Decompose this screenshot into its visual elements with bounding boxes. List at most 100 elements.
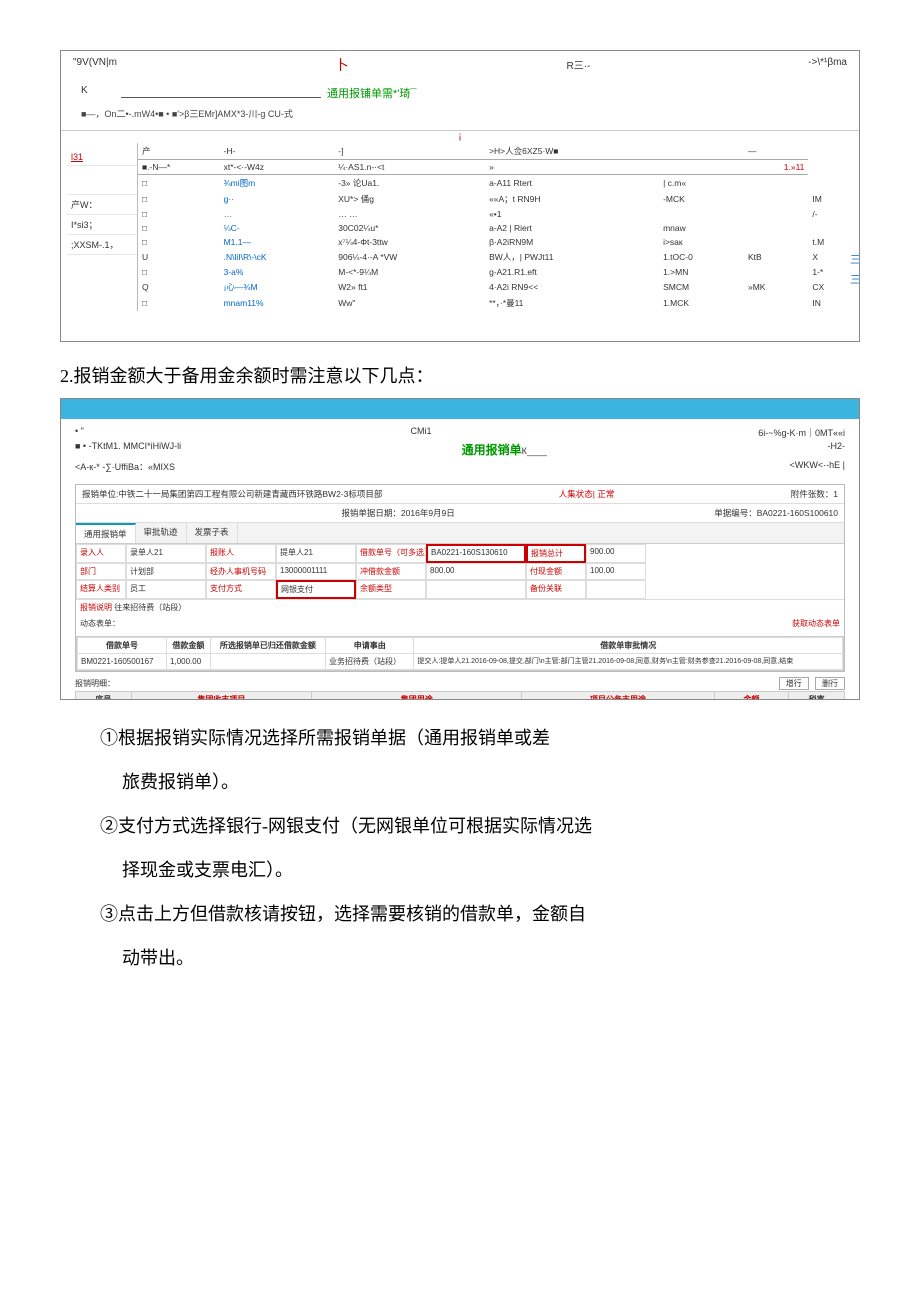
desc-val: 往来招待费（站段） [114,603,186,612]
cell-6-4: 1.>MN [659,265,744,279]
cell-8-6: IN [808,295,853,311]
jk-r2 [210,654,325,670]
cell-8-5 [744,295,808,311]
field-r2-7[interactable]: 100.00 [586,563,646,580]
jk-c1: 借款金额 [167,638,211,654]
cell-7-1: ¡心—¾M [220,279,335,295]
th-0: 产 [138,143,220,160]
cell-1-2: XU*> 俑g [334,191,485,207]
desc-label: 报销说明 [80,603,112,612]
cell-1-1: g·· [220,191,335,207]
cell-4-3: β·A2iRN9M [485,235,659,249]
cell-5-0: U [138,249,220,265]
cell-4-4: i>saк [659,235,744,249]
field-r3-3[interactable]: 网银支付 [276,580,356,599]
field-r1-0: 录入人 [76,544,126,563]
attach-count: 附件张数：1 [791,488,838,500]
lp-w: 产W： [67,195,137,215]
h-l1r: 6i-~%g-K·m｜0MT««i [758,426,845,439]
field-r2-5[interactable]: 800.00 [426,563,526,580]
lp-l31[interactable]: l31 [71,152,83,162]
side-marks: 三 三 [850,251,860,287]
cell-3-0: □ [138,221,220,235]
tab-general[interactable]: 通用报销单 [76,523,136,543]
dc1: 集团收支项目 [131,692,311,701]
sh-5: 1.»11 [744,160,808,175]
cell-1-3: ««A；t RN9H [485,191,659,207]
field-r1-3[interactable]: 提单人21 [276,544,356,563]
field-r2-1[interactable]: 计划部 [126,563,206,580]
field-r3-2: 支付方式 [206,580,276,599]
cell-5-3: BW人，| PWJt11 [485,249,659,265]
point-1-cont: 旅费报销单）。 [122,764,860,800]
cell-4-5 [744,235,808,249]
field-r2-2: 经办人事机号码 [206,563,276,580]
point-3-cont: 动带出。 [122,940,860,976]
field-r1-1[interactable]: 录单人21 [126,544,206,563]
h-h2: -H2- [827,441,845,458]
dc3: 项目公务支用途 [522,692,714,701]
h-l3: <A-к-* -∑·UffiBa：«MIXS [75,460,175,473]
doc-date: 报销单据日期：2016年9月9日 [341,507,454,519]
field-r1-4: 借款单号（可多选） [356,544,426,563]
field-r2-3[interactable]: 13000001111 [276,563,356,580]
cell-3-1: ¼C- [220,221,335,235]
screenshot-reimbursement-form: • " CMi1 6i-~%g-K·m｜0MT««i ■ • -TKtM1. M… [60,398,860,700]
cell-5-5: KtB [744,249,808,265]
hdr-r2: ->\*¹βma [808,57,847,77]
point-2-cont: 择现金或支票电汇）。 [122,852,860,888]
h-l1m: CMi1 [411,426,432,439]
field-r3-0: 结算人类别 [76,580,126,599]
hdr-r1: R三·- [567,57,591,77]
field-r1-7[interactable]: 900.00 [586,544,646,563]
screenshot-form-list: "9V(VN|m 卜 R三·- ->\*¹βma K 通用报铺单需*'琦¯ ■—… [60,50,860,342]
cell-7-5: »MK [744,279,808,295]
body-text: ①根据报销实际情况选择所需报销单据（通用报销单或差 旅费报销单）。 ②支付方式选… [60,720,860,976]
cell-8-1: mnam11% [220,295,335,311]
jk-r0: BM0221-160500167 [78,654,167,670]
cell-8-2: Ww" [334,295,485,311]
cell-4-6: t.M [808,235,853,249]
field-r3-5[interactable] [426,580,526,599]
cell-3-4: mnaw [659,221,744,235]
jk-c2: 所选报销单已归还借款金额 [210,638,325,654]
field-r3-1[interactable]: 员工 [126,580,206,599]
jk-r4: 提交人:提单人21.2016-09-08,提交,部门\n主管:部门主管21.20… [414,654,843,670]
form-title-suffix: К____ [522,446,547,456]
jk-link[interactable]: 获取动态表单 [792,618,840,629]
dc2: 集团用途 [312,692,522,701]
add-row-button[interactable]: 增行 [779,677,809,690]
field-r1-6: 报销总计 [526,544,586,563]
tab-invoice[interactable]: 发票子表 [187,523,238,543]
h-l1l: • " [75,426,84,439]
title-bar [61,399,859,419]
cell-6-5 [744,265,808,279]
field-grid: 录入人录单人21报账人提单人21借款单号（可多选）BA0221-160S1306… [76,544,844,599]
del-row-button[interactable]: 删行 [815,677,845,690]
h-l2: ■ • -TKtM1. MMCI*iHiWJ-li [75,441,181,458]
cell-1-5 [744,191,808,207]
cell-6-0: □ [138,265,220,279]
cell-0-1: ¾mi图m [220,175,335,192]
cell-2-6: /- [808,207,853,221]
jk-r3: 业务招待费（站段） [325,654,413,670]
title-green-text: 通用报铺单 [327,88,382,100]
cell-0-3: a-A11 Rtert [485,175,659,192]
jk-r1: 1,000.00 [167,654,211,670]
field-r3-6: 备份关联 [526,580,586,599]
hdr-left: "9V(VN|m [73,57,117,77]
sh-2: ¼·AS1.n-·<t [334,160,485,175]
cell-0-2: -3» 论Ua1. [334,175,485,192]
dc0: 序号 [76,692,132,701]
field-r3-7[interactable] [586,580,646,599]
form-title: 通用报销单 [462,443,522,457]
jk-c4: 借款单审批情况 [414,638,843,654]
tab-approval[interactable]: 审批轨迹 [136,523,187,543]
hdr-mark: 卜 [335,55,349,75]
cell-2-2: … … [334,207,485,221]
field-r1-5[interactable]: BA0221-160S130610 [426,544,526,563]
jk-title: 动态表单： [80,618,120,629]
cell-5-1: .N\liI\R\-\cK [220,249,335,265]
cell-4-1: M1.1— [220,235,335,249]
tabs: 通用报销单 审批轨迹 发票子表 [76,523,844,544]
